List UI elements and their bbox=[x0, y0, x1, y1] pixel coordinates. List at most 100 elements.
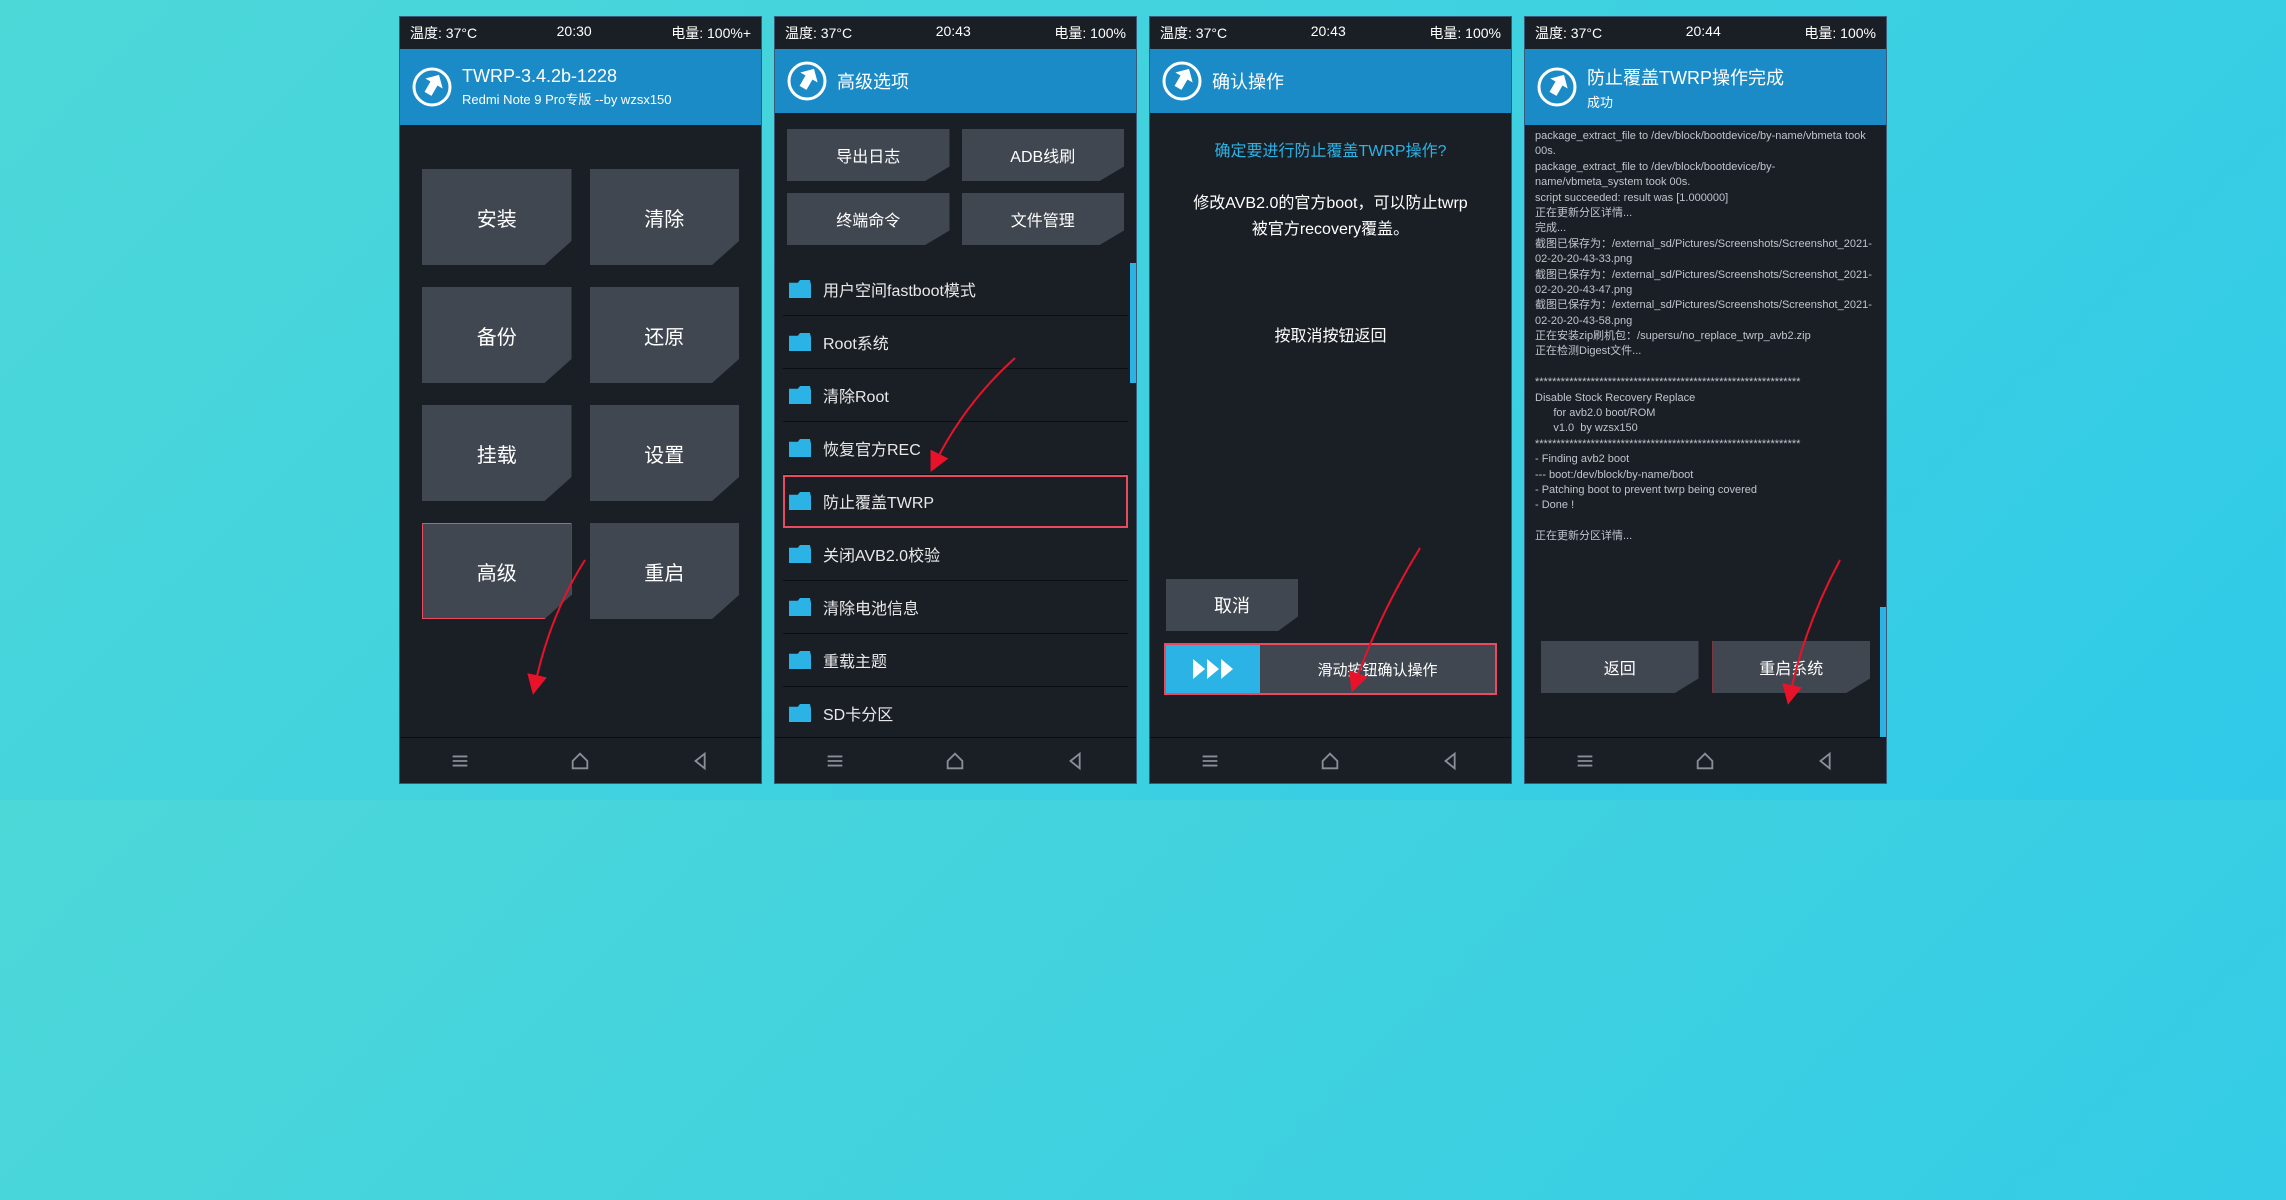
terminal-button[interactable]: 终端命令 bbox=[787, 193, 950, 245]
status-time: 20:43 bbox=[936, 23, 971, 43]
scrollbar[interactable] bbox=[1880, 125, 1886, 737]
settings-button[interactable]: 设置 bbox=[590, 405, 740, 501]
recent-apps-icon[interactable] bbox=[824, 750, 846, 772]
status-time: 20:44 bbox=[1686, 23, 1721, 43]
header: 防止覆盖TWRP操作完成 成功 bbox=[1525, 49, 1886, 125]
home-icon[interactable] bbox=[944, 750, 966, 772]
nav-bar bbox=[1525, 737, 1886, 783]
home-icon[interactable] bbox=[569, 750, 591, 772]
back-icon[interactable] bbox=[1065, 750, 1087, 772]
twrp-logo-icon bbox=[787, 61, 827, 101]
restore-button[interactable]: 还原 bbox=[590, 287, 740, 383]
list-item-label: 清除电池信息 bbox=[823, 595, 919, 619]
log-output: package_extract_file to /dev/block/bootd… bbox=[1525, 125, 1886, 545]
list-item-label: 重载主题 bbox=[823, 648, 887, 672]
recent-apps-icon[interactable] bbox=[1574, 750, 1596, 772]
recent-apps-icon[interactable] bbox=[449, 750, 471, 772]
wipe-button[interactable]: 清除 bbox=[590, 169, 740, 265]
list-item-label: 用户空间fastboot模式 bbox=[823, 277, 976, 301]
list-item-label: 防止覆盖TWRP bbox=[823, 489, 934, 513]
backup-button[interactable]: 备份 bbox=[422, 287, 572, 383]
mount-button[interactable]: 挂载 bbox=[422, 405, 572, 501]
home-icon[interactable] bbox=[1319, 750, 1341, 772]
list-item-sdpart[interactable]: SD卡分区 bbox=[783, 687, 1128, 737]
back-icon[interactable] bbox=[1815, 750, 1837, 772]
chevron-right-icon bbox=[1166, 645, 1260, 693]
header-subtitle: Redmi Note 9 Pro专版 --by wzsx150 bbox=[462, 89, 672, 108]
screen-advanced: 温度: 37°C 20:43 电量: 100% 高级选项 导出日志 ADB线刷 … bbox=[774, 16, 1137, 784]
confirm-desc-1: 修改AVB2.0的官方boot，可以防止twrp bbox=[1170, 191, 1491, 217]
swipe-confirm-slider[interactable]: 滑动按钮确认操作 bbox=[1166, 645, 1495, 693]
status-battery: 电量: 100% bbox=[1429, 23, 1501, 43]
nav-bar bbox=[400, 737, 761, 783]
status-temp: 温度: 37°C bbox=[1160, 23, 1227, 43]
back-button[interactable]: 返回 bbox=[1541, 641, 1699, 693]
header-title: 防止覆盖TWRP操作完成 bbox=[1587, 64, 1784, 90]
list-item-fastboot[interactable]: 用户空间fastboot模式 bbox=[783, 263, 1128, 316]
status-battery: 电量: 100% bbox=[1804, 23, 1876, 43]
screen-home: 温度: 37°C 20:30 电量: 100%+ TWRP-3.4.2b-122… bbox=[399, 16, 762, 784]
header: 确认操作 bbox=[1150, 49, 1511, 113]
status-bar: 温度: 37°C 20:30 电量: 100%+ bbox=[400, 17, 761, 49]
status-time: 20:43 bbox=[1311, 23, 1346, 43]
folder-icon bbox=[789, 598, 811, 616]
nav-bar bbox=[1150, 737, 1511, 783]
folder-icon bbox=[789, 545, 811, 563]
folder-icon bbox=[789, 439, 811, 457]
folder-icon bbox=[789, 704, 811, 722]
scrollbar[interactable] bbox=[1130, 263, 1136, 737]
list-item-stock-rec[interactable]: 恢复官方REC bbox=[783, 422, 1128, 475]
list-item-label: 清除Root bbox=[823, 383, 889, 407]
adb-sideload-button[interactable]: ADB线刷 bbox=[962, 129, 1125, 181]
cancel-button[interactable]: 取消 bbox=[1166, 579, 1298, 631]
twrp-logo-icon bbox=[1162, 61, 1202, 101]
status-bar: 温度: 37°C 20:43 电量: 100% bbox=[1150, 17, 1511, 49]
status-temp: 温度: 37°C bbox=[785, 23, 852, 43]
header-title: TWRP-3.4.2b-1228 bbox=[462, 66, 672, 87]
header: 高级选项 bbox=[775, 49, 1136, 113]
list-item-label: 恢复官方REC bbox=[823, 436, 921, 460]
status-time: 20:30 bbox=[557, 23, 592, 43]
list-item-battery[interactable]: 清除电池信息 bbox=[783, 581, 1128, 634]
recent-apps-icon[interactable] bbox=[1199, 750, 1221, 772]
home-icon[interactable] bbox=[1694, 750, 1716, 772]
list-item-unroot[interactable]: 清除Root bbox=[783, 369, 1128, 422]
copy-log-button[interactable]: 导出日志 bbox=[787, 129, 950, 181]
file-manager-button[interactable]: 文件管理 bbox=[962, 193, 1125, 245]
list-item-label: SD卡分区 bbox=[823, 701, 893, 725]
confirm-desc-2: 被官方recovery覆盖。 bbox=[1170, 217, 1491, 243]
back-icon[interactable] bbox=[1440, 750, 1462, 772]
twrp-logo-icon bbox=[412, 67, 452, 107]
folder-icon bbox=[789, 386, 811, 404]
confirm-question: 确定要进行防止覆盖TWRP操作? bbox=[1170, 137, 1491, 161]
folder-icon bbox=[789, 492, 811, 510]
list-item-prevent-twrp[interactable]: 防止覆盖TWRP bbox=[783, 475, 1128, 528]
slider-label: 滑动按钮确认操作 bbox=[1260, 659, 1495, 680]
screen-done: 温度: 37°C 20:44 电量: 100% 防止覆盖TWRP操作完成 成功 … bbox=[1524, 16, 1887, 784]
install-button[interactable]: 安装 bbox=[422, 169, 572, 265]
status-battery: 电量: 100%+ bbox=[671, 23, 751, 43]
status-bar: 温度: 37°C 20:43 电量: 100% bbox=[775, 17, 1136, 49]
folder-icon bbox=[789, 651, 811, 669]
header-title: 高级选项 bbox=[837, 68, 909, 94]
status-temp: 温度: 37°C bbox=[410, 23, 477, 43]
list-item-avb2[interactable]: 关闭AVB2.0校验 bbox=[783, 528, 1128, 581]
confirm-help: 按取消按钮返回 bbox=[1170, 322, 1491, 346]
status-battery: 电量: 100% bbox=[1054, 23, 1126, 43]
status-temp: 温度: 37°C bbox=[1535, 23, 1602, 43]
advanced-button[interactable]: 高级 bbox=[422, 523, 572, 619]
list-item-root[interactable]: Root系统 bbox=[783, 316, 1128, 369]
folder-icon bbox=[789, 280, 811, 298]
list-item-theme[interactable]: 重载主题 bbox=[783, 634, 1128, 687]
twrp-logo-icon bbox=[1537, 67, 1577, 107]
reboot-system-button[interactable]: 重启系统 bbox=[1713, 641, 1871, 693]
header: TWRP-3.4.2b-1228 Redmi Note 9 Pro专版 --by… bbox=[400, 49, 761, 125]
screen-confirm: 温度: 37°C 20:43 电量: 100% 确认操作 确定要进行防止覆盖TW… bbox=[1149, 16, 1512, 784]
reboot-button[interactable]: 重启 bbox=[590, 523, 740, 619]
list-item-label: Root系统 bbox=[823, 330, 889, 354]
nav-bar bbox=[775, 737, 1136, 783]
header-title: 确认操作 bbox=[1212, 68, 1284, 94]
list-item-label: 关闭AVB2.0校验 bbox=[823, 542, 940, 566]
folder-icon bbox=[789, 333, 811, 351]
back-icon[interactable] bbox=[690, 750, 712, 772]
